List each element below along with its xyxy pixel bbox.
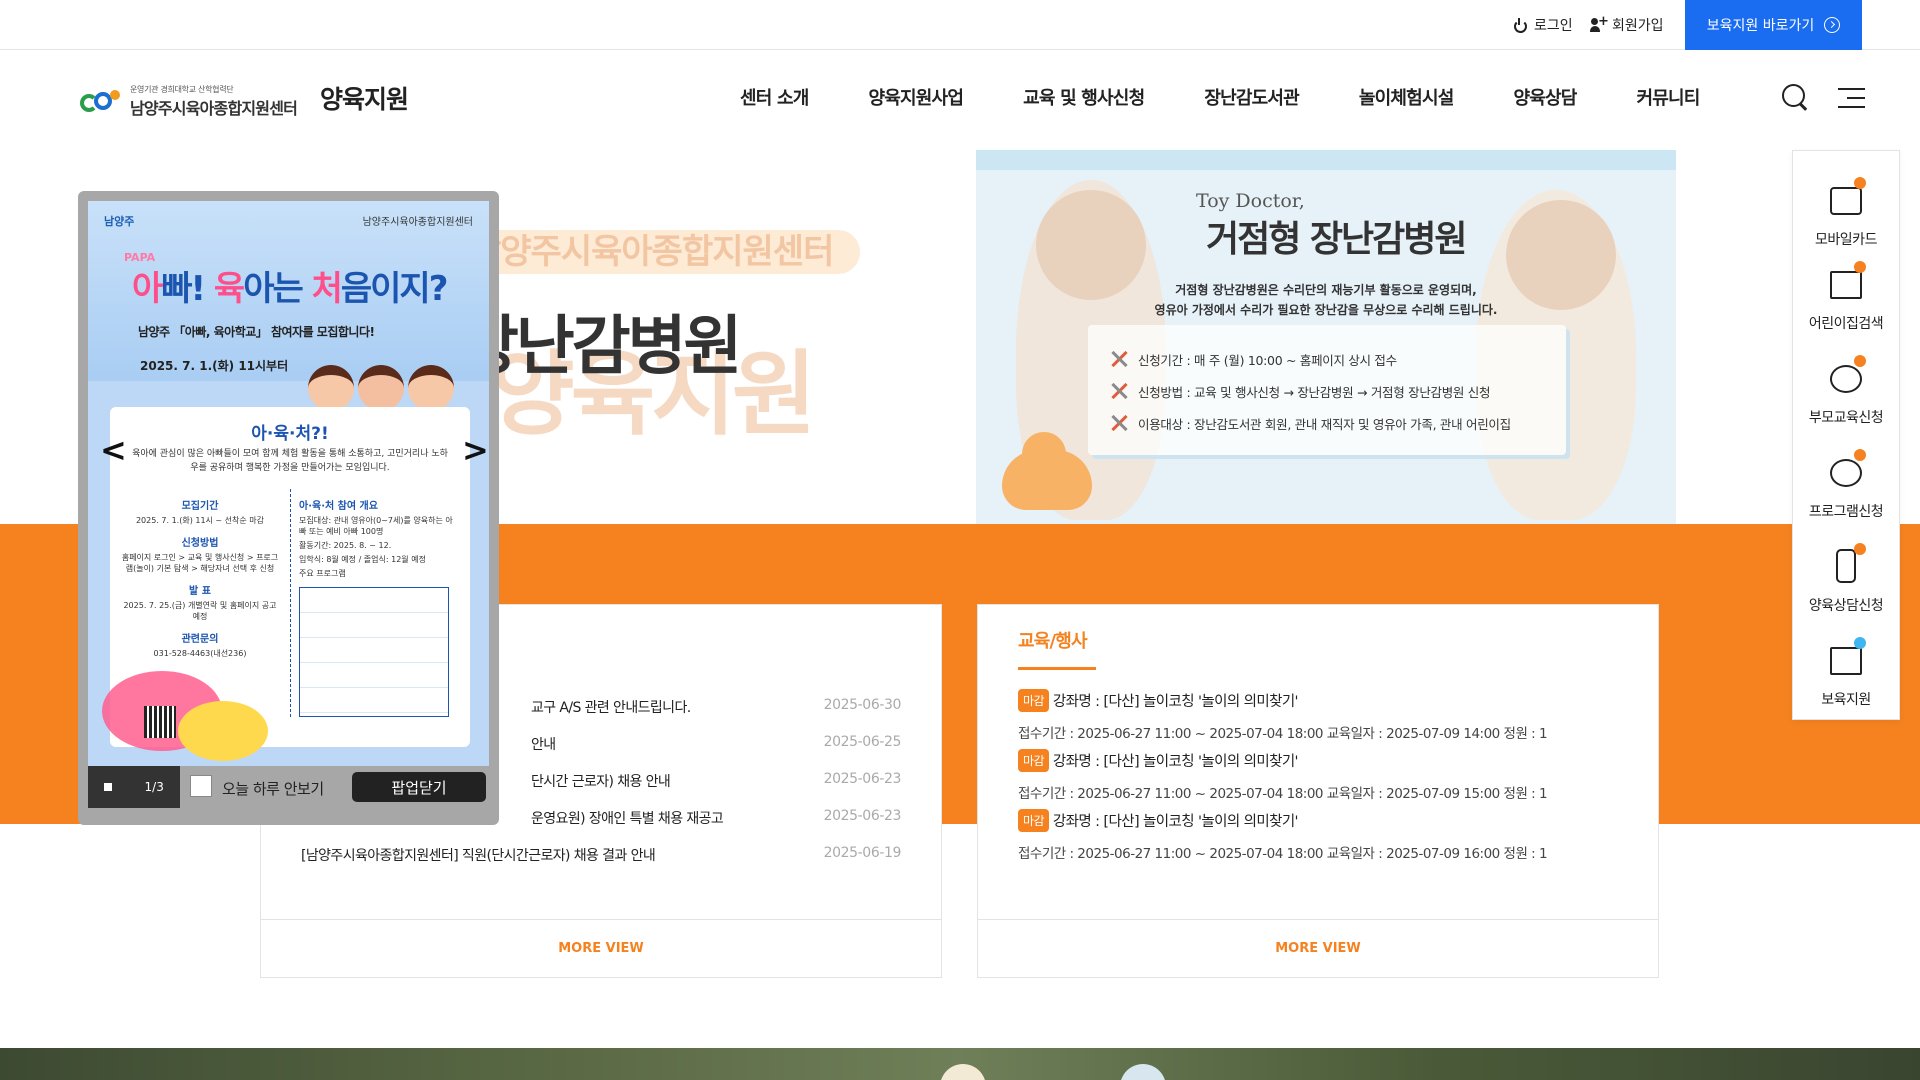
quick-menu: 모바일카드 어린이집검색 부모교육신청 프로그램신청 양육상담신청 보육지원	[1792, 150, 1900, 720]
family-icon	[1824, 355, 1868, 401]
poster-logo-namyangju: 남양주	[104, 215, 135, 228]
center-logo[interactable]: 운영기관 경희대학교 산학협력단 남양주시육아종합지원센터	[80, 84, 298, 119]
notice-date: 2025-06-25	[823, 734, 902, 750]
join-label: 회원가입	[1612, 17, 1664, 34]
site-header: 운영기관 경희대학교 산학협력단 남양주시육아종합지원센터 양육지원 센터 소개…	[0, 50, 1920, 145]
closed-badge: 마감	[1018, 749, 1049, 772]
popup-poster-image[interactable]: 남양주 남양주시육아종합지원센터 PAPA 아빠! 육아는 처음이지? 남양주 …	[88, 201, 489, 766]
event-item[interactable]: 마감 강좌명 : [다산] 놀이코칭 '놀이의 의미찾기' 접수기간 : 2025…	[1018, 689, 1628, 742]
banner-info-row: 이용대상 : 장난감도서관 회원, 관내 재직자 및 영유아 가족, 관내 어린…	[1110, 407, 1566, 439]
notice-date: 2025-06-19	[823, 845, 902, 861]
banner-title: 거점형 장난감병원	[1206, 219, 1467, 260]
popup-pager: 1/3	[88, 766, 180, 808]
quick-parenting-counsel[interactable]: 양육상담신청	[1793, 543, 1899, 615]
poster-headline: 아빠! 육아는 처음이지?	[132, 269, 448, 309]
event-board: 교육/행사 마감 강좌명 : [다산] 놀이코칭 '놀이의 의미찾기' 접수기간 …	[977, 604, 1659, 978]
wrench-icon	[1110, 414, 1128, 432]
quick-button-label: 보육지원 바로가기	[1706, 18, 1815, 34]
popup-counter: 1/3	[144, 780, 164, 794]
search-icon[interactable]	[1782, 84, 1808, 110]
event-more-view-button[interactable]: MORE VIEW	[978, 919, 1658, 977]
circle-arrow-icon	[1824, 17, 1841, 33]
popup-control-bar: 1/3 오늘 하루 안보기 팝업닫기	[88, 766, 489, 808]
closed-badge: 마감	[1018, 689, 1049, 712]
quick-daycare-search[interactable]: 어린이집검색	[1793, 261, 1899, 333]
logo-mark-icon	[80, 89, 124, 114]
event-item[interactable]: 마감 강좌명 : [다산] 놀이코칭 '놀이의 의미찾기' 접수기간 : 2025…	[1018, 749, 1628, 802]
login-label: 로그인	[1534, 17, 1573, 34]
event-board-title: 교육/행사	[1018, 631, 1088, 652]
logo-operator-text: 운영기관 경희대학교 산학협력단	[130, 85, 234, 94]
hero-center-name: 남양주시육아종합지원센터	[460, 230, 860, 274]
toy-hospital-banner[interactable]: Toy Doctor, 거점형 장난감병원 거점형 장난감병원은 수리단의 재능…	[976, 150, 1676, 524]
hero-main-text: 장난감병원	[460, 310, 742, 384]
site-title[interactable]: 양육지원	[320, 80, 409, 116]
card-icon	[1824, 177, 1868, 223]
nav-parenting-support[interactable]: 양육지원사업	[869, 84, 964, 110]
qr-code-icon	[144, 706, 176, 738]
program-table	[299, 587, 449, 717]
quick-program-apply[interactable]: 프로그램신청	[1793, 449, 1899, 521]
person-plus-icon	[1590, 14, 1609, 33]
top-utility-bar: 로그인 회원가입 보육지원 바로가기	[0, 0, 1920, 50]
quick-mobile-card[interactable]: 모바일카드	[1793, 177, 1899, 249]
notice-date: 2025-06-23	[823, 771, 902, 787]
event-detail: 접수기간 : 2025-06-27 11:00 ~ 2025-07-04 18:…	[1018, 726, 1548, 742]
house-heart-icon	[1824, 637, 1868, 683]
event-detail: 접수기간 : 2025-06-27 11:00 ~ 2025-07-04 18:…	[1018, 846, 1548, 862]
quick-childcare-support[interactable]: 보육지원	[1793, 637, 1899, 709]
hide-today-checkbox[interactable]	[190, 775, 212, 797]
notice-date: 2025-06-23	[823, 808, 902, 824]
poster-logo-center: 남양주시육아종합지원센터	[362, 217, 473, 228]
bottom-photo-banner	[0, 1048, 1920, 1080]
nav-center-intro[interactable]: 센터 소개	[740, 84, 809, 110]
childcare-support-shortcut-button[interactable]: 보육지원 바로가기	[1685, 0, 1862, 50]
logo-center-name: 남양주시육아종합지원센터	[130, 99, 298, 118]
banner-info-row: 신청기간 : 매 주 (월) 10:00 ~ 홈페이지 상시 접수	[1110, 343, 1566, 375]
event-item[interactable]: 마감 강좌명 : [다산] 놀이코칭 '놀이의 의미찾기' 접수기간 : 2025…	[1018, 809, 1628, 862]
nav-play-facility[interactable]: 놀이체험시설	[1359, 84, 1454, 110]
poster-date: 2025. 7. 1.(화) 11시부터	[140, 359, 289, 373]
popup-next-arrow[interactable]: >	[462, 431, 489, 469]
closed-badge: 마감	[1018, 809, 1049, 832]
nav-education-events[interactable]: 교육 및 행사신청	[1023, 84, 1145, 110]
wrench-icon	[1110, 382, 1128, 400]
notice-date: 2025-06-30	[823, 697, 902, 713]
banner-toy-doctor: Toy Doctor,	[1196, 190, 1305, 212]
main-navigation: 센터 소개 양육지원사업 교육 및 행사신청 장난감도서관 놀이체험시설 양육상…	[740, 84, 1760, 110]
house-search-icon	[1824, 261, 1868, 307]
banner-info-row: 신청방법 : 교육 및 행사신청 → 장난감병원 → 거점형 장난감병원 신청	[1110, 375, 1566, 407]
nav-toy-library[interactable]: 장난감도서관	[1204, 84, 1299, 110]
nav-community[interactable]: 커뮤니티	[1637, 84, 1701, 110]
flower-icon	[1824, 449, 1868, 495]
hide-today-label[interactable]: 오늘 하루 안보기	[222, 778, 324, 799]
notice-post[interactable]: [남양주시육아종합지원센터] 직원(단시간근로자) 채용 결과 안내	[301, 845, 901, 865]
banner-description: 거점형 장난감병원은 수리단의 재능기부 활동으로 운영되며, 영유아 가정에서…	[1154, 283, 1498, 317]
popup-prev-arrow[interactable]: <	[100, 431, 127, 469]
popup-window: 남양주 남양주시육아종합지원센터 PAPA 아빠! 육아는 처음이지? 남양주 …	[78, 191, 499, 825]
login-link[interactable]: 로그인	[1512, 0, 1573, 49]
cloud-character-icon	[1002, 432, 1092, 510]
wrench-icon	[1110, 350, 1128, 368]
nav-parenting-counsel[interactable]: 양육상담	[1513, 84, 1577, 110]
popup-close-button[interactable]: 팝업닫기	[352, 772, 486, 802]
quick-parent-education[interactable]: 부모교육신청	[1793, 355, 1899, 427]
join-link[interactable]: 회원가입	[1590, 0, 1664, 49]
phone-icon	[1824, 543, 1868, 589]
event-detail: 접수기간 : 2025-06-27 11:00 ~ 2025-07-04 18:…	[1018, 786, 1548, 802]
poster-subtitle: 남양주 「아빠, 육아학교」 참여자를 모집합니다!	[138, 325, 375, 339]
power-icon	[1512, 17, 1528, 33]
banner-info-box: 신청기간 : 매 주 (월) 10:00 ~ 홈페이지 상시 접수 신청방법 :…	[1088, 325, 1566, 455]
poster-kids-illustration	[308, 346, 478, 411]
hamburger-menu-icon[interactable]	[1838, 88, 1865, 108]
notice-more-view-button[interactable]: MORE VIEW	[261, 919, 941, 977]
stop-icon[interactable]	[104, 783, 113, 791]
